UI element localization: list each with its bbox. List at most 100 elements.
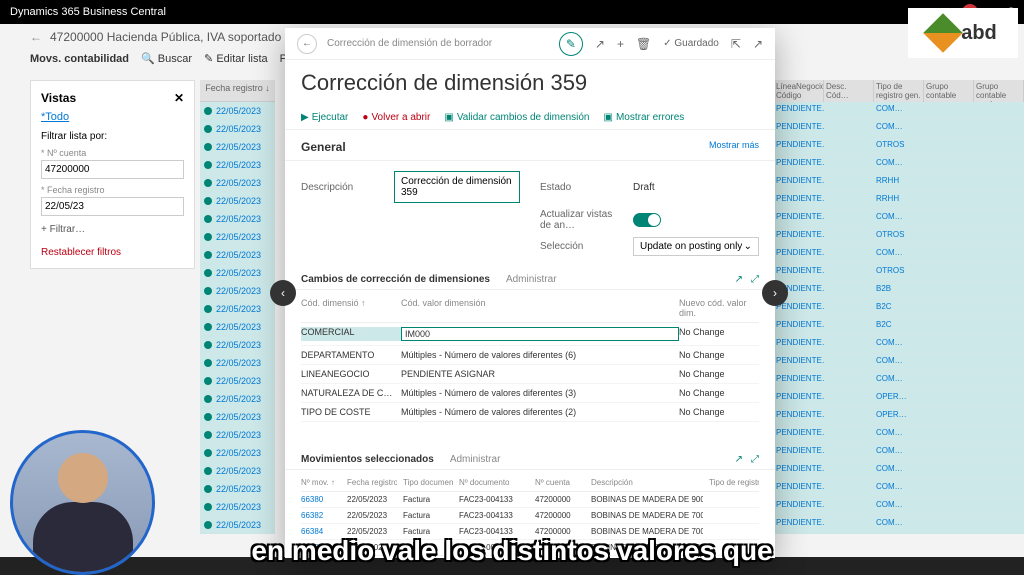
date-row[interactable]: 22/05/2023 bbox=[200, 372, 275, 390]
account-input[interactable] bbox=[41, 160, 184, 179]
table-row[interactable]: PENDIENTE…COM… bbox=[774, 120, 1024, 138]
column-header[interactable]: Nuevo cód. valor dim. bbox=[679, 298, 759, 318]
date-row[interactable]: 22/05/2023 bbox=[200, 174, 275, 192]
date-row[interactable]: 22/05/2023 bbox=[200, 102, 275, 120]
dimension-row[interactable]: LINEANEGOCIOPENDIENTE ASIGNARNo Change bbox=[301, 365, 759, 384]
manage-tab[interactable]: Administrar bbox=[506, 274, 557, 285]
movement-row[interactable]: 6638222/05/2023FacturaFAC23-004133472000… bbox=[301, 508, 759, 524]
expand-section-icon[interactable]: ⤢ bbox=[751, 274, 759, 285]
date-row[interactable]: 22/05/2023 bbox=[200, 192, 275, 210]
table-row[interactable]: PENDIENTE…COM… bbox=[774, 462, 1024, 480]
edit-list-action[interactable]: ✎ Editar lista bbox=[204, 52, 268, 65]
date-row[interactable]: 22/05/2023 bbox=[200, 300, 275, 318]
date-row[interactable]: 22/05/2023 bbox=[200, 516, 275, 534]
table-row[interactable]: PENDIENTE…OPER… bbox=[774, 390, 1024, 408]
column-header[interactable]: Nº documento bbox=[459, 478, 529, 487]
table-row[interactable]: PENDIENTE…COM… bbox=[774, 246, 1024, 264]
add-filter-button[interactable]: + Filtrar… bbox=[41, 224, 184, 235]
new-icon[interactable]: + bbox=[617, 37, 624, 51]
table-row[interactable]: PENDIENTE…OPER… bbox=[774, 408, 1024, 426]
expand-mov-icon[interactable]: ⤢ bbox=[751, 454, 759, 465]
table-row[interactable]: PENDIENTE…COM… bbox=[774, 156, 1024, 174]
validate-action[interactable]: ▣ Validar cambios de dimensión bbox=[444, 112, 589, 123]
table-row[interactable]: PENDIENTE…RRHH bbox=[774, 192, 1024, 210]
date-row[interactable]: 22/05/2023 bbox=[200, 246, 275, 264]
date-row[interactable]: 22/05/2023 bbox=[200, 390, 275, 408]
selection-dropdown[interactable]: Update on posting only⌄ bbox=[633, 237, 759, 256]
show-more-link[interactable]: Mostrar más bbox=[709, 140, 759, 154]
date-row[interactable]: 22/05/2023 bbox=[200, 462, 275, 480]
date-row[interactable]: 22/05/2023 bbox=[200, 426, 275, 444]
column-header[interactable]: Tipo de registro ge… bbox=[709, 478, 759, 487]
reset-filters-button[interactable]: Restablecer filtros bbox=[41, 247, 184, 258]
table-row[interactable]: PENDIENTE…COM… bbox=[774, 354, 1024, 372]
date-row[interactable]: 22/05/2023 bbox=[200, 156, 275, 174]
date-row[interactable]: 22/05/2023 bbox=[200, 498, 275, 516]
dimension-row[interactable]: COMERCIALIM000No Change bbox=[301, 323, 759, 346]
date-row[interactable]: 22/05/2023 bbox=[200, 408, 275, 426]
column-header[interactable]: LíneaNegocio Código bbox=[774, 80, 824, 102]
date-row[interactable]: 22/05/2023 bbox=[200, 120, 275, 138]
table-row[interactable]: PENDIENTE…OTROS bbox=[774, 228, 1024, 246]
date-row[interactable]: 22/05/2023 bbox=[200, 228, 275, 246]
dimension-row[interactable]: DEPARTAMENTOMúltiples - Número de valore… bbox=[301, 346, 759, 365]
run-action[interactable]: ▶ Ejecutar bbox=[301, 112, 348, 123]
share-section-icon[interactable]: ↗ bbox=[735, 274, 743, 285]
table-row[interactable]: PENDIENTE…COM… bbox=[774, 336, 1024, 354]
dim-changes-tab[interactable]: Cambios de corrección de dimensiones bbox=[301, 274, 490, 285]
table-row[interactable]: PENDIENTE…COM… bbox=[774, 102, 1024, 120]
table-row[interactable]: PENDIENTE…COM… bbox=[774, 444, 1024, 462]
column-header[interactable]: Nº mov. ↑ bbox=[301, 478, 341, 487]
table-row[interactable]: PENDIENTE…COM… bbox=[774, 426, 1024, 444]
date-row[interactable]: 22/05/2023 bbox=[200, 210, 275, 228]
column-header[interactable]: Grupo contable neg. gen. bbox=[924, 80, 974, 102]
reopen-action[interactable]: ● Volver a abrir bbox=[362, 112, 430, 123]
manage-mov-tab[interactable]: Administrar bbox=[450, 454, 501, 465]
search-action[interactable]: 🔍 Buscar bbox=[141, 52, 192, 65]
edit-mode-icon[interactable]: ✎ bbox=[559, 32, 583, 56]
next-record-button[interactable]: › bbox=[762, 280, 788, 306]
dimension-row[interactable]: TIPO DE COSTEMúltiples - Número de valor… bbox=[301, 403, 759, 422]
table-row[interactable]: PENDIENTE…COM… bbox=[774, 480, 1024, 498]
date-row[interactable]: 22/05/2023 bbox=[200, 318, 275, 336]
table-row[interactable]: PENDIENTE…B2B bbox=[774, 282, 1024, 300]
column-header[interactable]: Fecha registro bbox=[347, 478, 397, 487]
close-filter-icon[interactable]: ✕ bbox=[174, 91, 184, 105]
date-row[interactable]: 22/05/2023 bbox=[200, 444, 275, 462]
column-header[interactable]: Cód. valor dimensión bbox=[401, 298, 679, 318]
popout-icon[interactable]: ⇱ bbox=[731, 37, 741, 51]
share-mov-icon[interactable]: ↗ bbox=[735, 454, 743, 465]
table-row[interactable]: PENDIENTE…OTROS bbox=[774, 138, 1024, 156]
table-row[interactable]: PENDIENTE…COM… bbox=[774, 372, 1024, 390]
date-row[interactable]: 22/05/2023 bbox=[200, 264, 275, 282]
table-row[interactable]: PENDIENTE…COM… bbox=[774, 498, 1024, 516]
description-input[interactable]: Corrección de dimensión 359 bbox=[394, 171, 520, 203]
column-header[interactable]: Tipo de registro gen. bbox=[874, 80, 924, 102]
column-header[interactable]: Descripción bbox=[591, 478, 703, 487]
movement-row[interactable]: 6638022/05/2023FacturaFAC23-004133472000… bbox=[301, 492, 759, 508]
column-header[interactable]: Nº cuenta bbox=[535, 478, 585, 487]
prev-record-button[interactable]: ‹ bbox=[270, 280, 296, 306]
share-icon[interactable]: ↗ bbox=[595, 37, 605, 51]
column-header[interactable]: Cód. dimensió ↑ bbox=[301, 298, 401, 318]
back-arrow-icon[interactable]: ← bbox=[30, 30, 42, 44]
table-row[interactable]: PENDIENTE…B2C bbox=[774, 300, 1024, 318]
show-errors-action[interactable]: ▣ Mostrar errores bbox=[603, 112, 684, 123]
table-row[interactable]: PENDIENTE…COM… bbox=[774, 516, 1024, 534]
delete-icon[interactable]: 🗑 bbox=[636, 37, 651, 51]
update-views-toggle[interactable] bbox=[633, 213, 661, 227]
table-row[interactable]: PENDIENTE…RRHH bbox=[774, 174, 1024, 192]
date-input[interactable] bbox=[41, 197, 184, 216]
column-header[interactable]: Tipo documento bbox=[403, 478, 453, 487]
date-row[interactable]: 22/05/2023 bbox=[200, 336, 275, 354]
view-all-link[interactable]: *Todo bbox=[41, 111, 184, 123]
date-row[interactable]: 22/05/2023 bbox=[200, 480, 275, 498]
date-column-header[interactable]: Fecha registro ↓ bbox=[200, 80, 275, 102]
selected-movements-tab[interactable]: Movimientos seleccionados bbox=[301, 454, 434, 465]
column-header[interactable]: Grupo contable prod. gen. bbox=[974, 80, 1024, 102]
table-row[interactable]: PENDIENTE…OTROS bbox=[774, 264, 1024, 282]
column-header[interactable]: Desc. Cód… bbox=[824, 80, 874, 102]
breadcrumb[interactable]: ← 47200000 Hacienda Pública, IVA soporta… bbox=[30, 30, 281, 44]
date-row[interactable]: 22/05/2023 bbox=[200, 354, 275, 372]
modal-back-button[interactable]: ← bbox=[297, 34, 317, 54]
